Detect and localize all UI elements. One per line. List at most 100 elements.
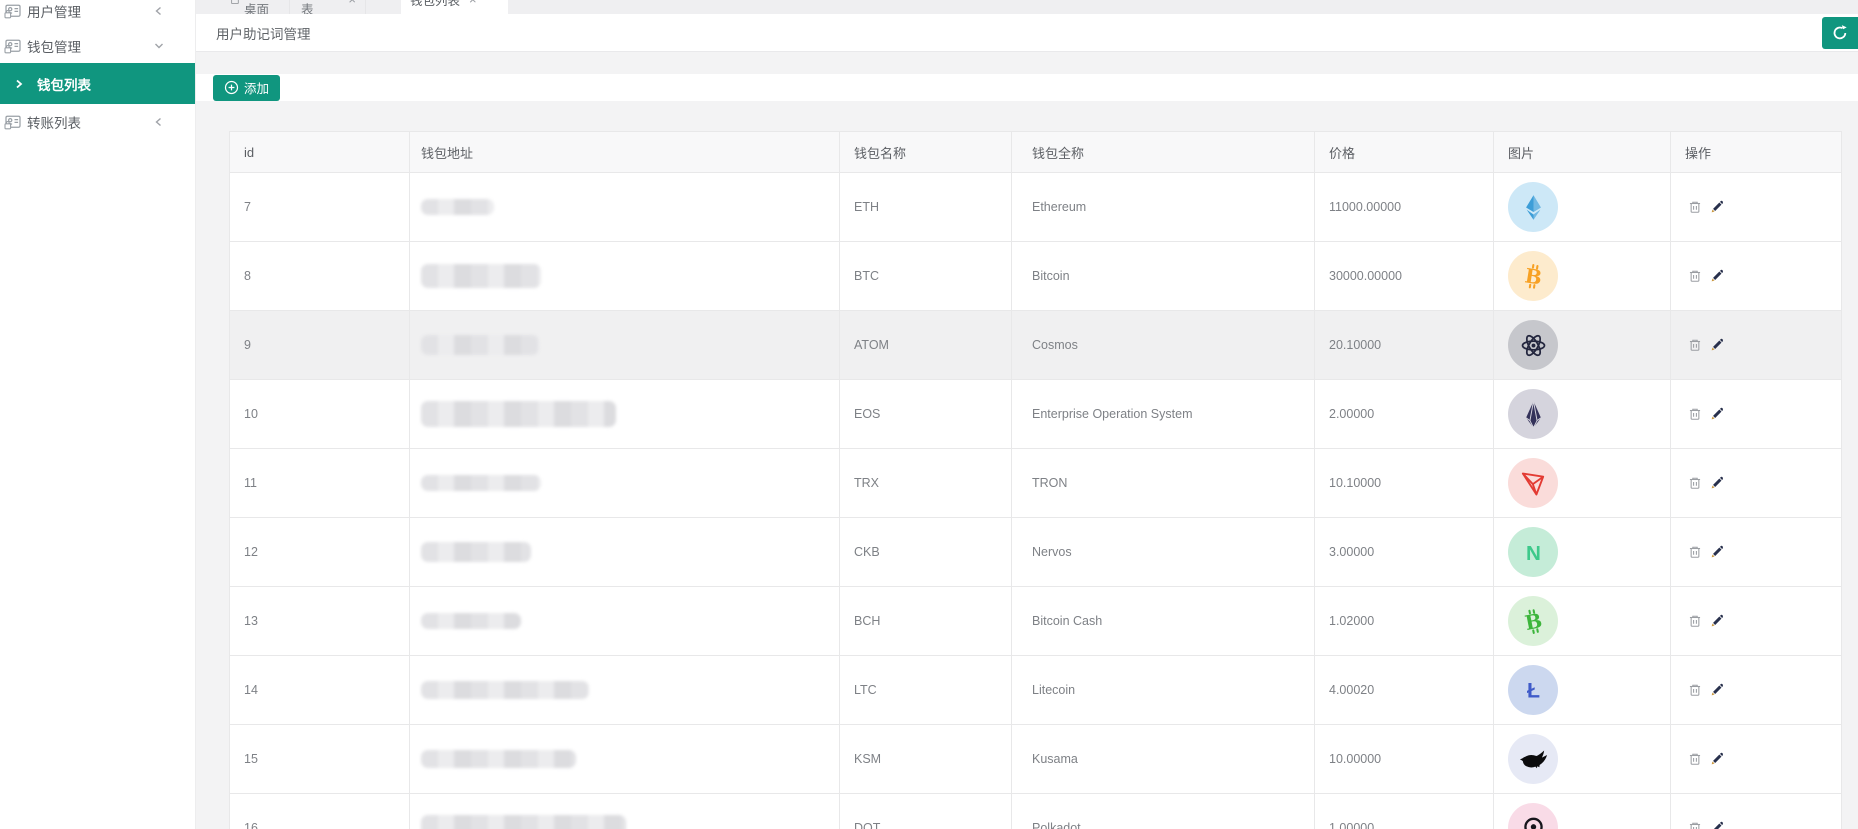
pencil-icon[interactable] [1710, 476, 1724, 490]
cell-price: 20.10000 [1315, 311, 1494, 380]
cell-actions [1671, 656, 1842, 725]
id-card-icon [4, 37, 22, 55]
toolbar: 添加 [196, 74, 1858, 101]
table-header-row: id 钱包地址 钱包名称 钱包全称 价格 图片 操作 [230, 132, 1842, 173]
cell-actions [1671, 794, 1842, 829]
arrow-right-icon [13, 78, 25, 90]
cell-image: Ł [1494, 656, 1671, 725]
pencil-icon[interactable] [1710, 821, 1724, 829]
trash-icon[interactable] [1688, 545, 1702, 559]
cell-name: TRX [840, 449, 1012, 518]
col-header-actions: 操作 [1671, 132, 1842, 173]
cell-actions [1671, 242, 1842, 311]
cell-address [410, 794, 840, 829]
cell-image [1494, 794, 1671, 829]
cell-name: EOS [840, 380, 1012, 449]
tab-my-desktop[interactable]: 我的桌面 [222, 0, 290, 14]
close-icon[interactable]: × [348, 0, 356, 7]
cell-image [1494, 380, 1671, 449]
cell-image [1494, 173, 1671, 242]
sidebar-item-wallet-management[interactable]: 钱包管理 [0, 28, 195, 63]
redacted-address-blur [421, 264, 541, 288]
ltc-coin-icon: Ł [1508, 665, 1558, 715]
col-header-address: 钱包地址 [410, 132, 840, 173]
cell-fullname: Cosmos [1012, 311, 1315, 380]
id-card-icon [4, 113, 22, 131]
pencil-icon[interactable] [1710, 407, 1724, 421]
tab-label: 我的桌面 [244, 0, 280, 14]
cell-name: ATOM [840, 311, 1012, 380]
sidebar-item-wallet-list-active[interactable]: 钱包列表 [0, 63, 195, 104]
id-card-icon [4, 2, 22, 20]
trash-icon[interactable] [1688, 200, 1702, 214]
cell-price: 1.00000 [1315, 794, 1494, 829]
table-row[interactable]: 7 ETH Ethereum 11000.00000 [230, 173, 1842, 242]
svg-text:Ł: Ł [1526, 678, 1539, 702]
cell-address [410, 725, 840, 794]
cell-price: 1.02000 [1315, 587, 1494, 656]
cell-actions [1671, 311, 1842, 380]
cell-price: 4.00020 [1315, 656, 1494, 725]
redacted-address-blur [421, 681, 589, 699]
cell-name: DOT [840, 794, 1012, 829]
cell-id: 15 [230, 725, 410, 794]
tab-wallet-list[interactable]: 钱包列表 × [401, 0, 508, 14]
tab-user-list[interactable]: 用户列表 × [292, 0, 366, 14]
pencil-icon[interactable] [1710, 545, 1724, 559]
table-row[interactable]: 15 KSM Kusama 10.00000 [230, 725, 1842, 794]
refresh-button[interactable] [1822, 17, 1858, 49]
cell-id: 8 [230, 242, 410, 311]
cell-address [410, 380, 840, 449]
pencil-icon[interactable] [1710, 614, 1724, 628]
trash-icon[interactable] [1688, 338, 1702, 352]
trash-icon[interactable] [1688, 407, 1702, 421]
cell-id: 10 [230, 380, 410, 449]
pencil-icon[interactable] [1710, 200, 1724, 214]
sidebar-item-user-management[interactable]: 用户管理 [0, 0, 195, 28]
cell-name: LTC [840, 656, 1012, 725]
pencil-icon[interactable] [1710, 269, 1724, 283]
trash-icon[interactable] [1688, 269, 1702, 283]
wallet-table: id 钱包地址 钱包名称 钱包全称 价格 图片 操作 7 ETH Ethereu… [229, 131, 1842, 829]
trash-icon[interactable] [1688, 614, 1702, 628]
table-row[interactable]: 10 EOS Enterprise Operation System 2.000… [230, 380, 1842, 449]
cell-id: 12 [230, 518, 410, 587]
trash-icon[interactable] [1688, 683, 1702, 697]
table-row[interactable]: 16 DOT Polkadot 1.00000 [230, 794, 1842, 829]
main-content: 我的桌面 用户列表 × 钱包列表 × 用户助记词管理 [196, 0, 1858, 829]
cell-id: 7 [230, 173, 410, 242]
cell-fullname: Enterprise Operation System [1012, 380, 1315, 449]
trash-icon[interactable] [1688, 821, 1702, 829]
tab-label: 钱包列表 [410, 0, 460, 9]
table-row[interactable]: 8 BTC Bitcoin 30000.00000 B [230, 242, 1842, 311]
table-row[interactable]: 14 LTC Litecoin 4.00020 Ł [230, 656, 1842, 725]
sidebar: 用户管理 钱包管理 钱包列表 转账列表 [0, 0, 196, 829]
sidebar-item-label: 钱包管理 [27, 36, 81, 56]
trash-icon[interactable] [1688, 752, 1702, 766]
redacted-address-blur [421, 542, 531, 562]
col-header-fullname: 钱包全称 [1012, 132, 1315, 173]
sidebar-item-transfer-list[interactable]: 转账列表 [0, 104, 195, 139]
table-row[interactable]: 11 TRX TRON 10.10000 [230, 449, 1842, 518]
table-row[interactable]: 9 ATOM Cosmos 20.10000 [230, 311, 1842, 380]
table-row[interactable]: 13 BCH Bitcoin Cash 1.02000 B [230, 587, 1842, 656]
cell-id: 11 [230, 449, 410, 518]
cell-image [1494, 725, 1671, 794]
cell-address [410, 449, 840, 518]
close-icon[interactable]: × [469, 0, 477, 7]
trash-icon[interactable] [1688, 476, 1702, 490]
page-title: 用户助记词管理 [196, 23, 311, 43]
spacer [196, 101, 1858, 131]
pencil-icon[interactable] [1710, 752, 1724, 766]
pencil-icon[interactable] [1710, 338, 1724, 352]
redacted-address-blur [421, 750, 576, 768]
plus-circle-icon [224, 80, 239, 95]
add-button[interactable]: 添加 [213, 75, 280, 101]
cell-price: 30000.00000 [1315, 242, 1494, 311]
page-title-bar: 用户助记词管理 [196, 14, 1858, 52]
atom-coin-icon [1508, 320, 1558, 370]
wallet-table-wrap: id 钱包地址 钱包名称 钱包全称 价格 图片 操作 7 ETH Ethereu… [229, 131, 1841, 829]
table-row[interactable]: 12 CKB Nervos 3.00000 N [230, 518, 1842, 587]
pencil-icon[interactable] [1710, 683, 1724, 697]
cell-id: 13 [230, 587, 410, 656]
